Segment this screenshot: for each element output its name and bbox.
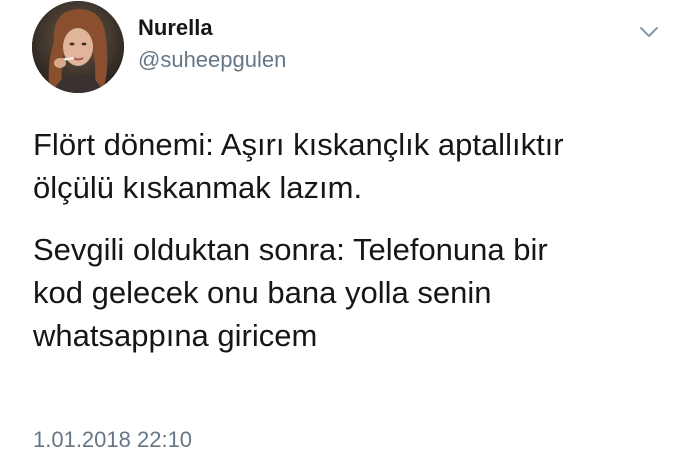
- display-name[interactable]: Nurella: [138, 15, 213, 41]
- avatar-photo: [32, 1, 124, 93]
- tweet-paragraph: Flört dönemi: Aşırı kıskançlık aptallıkt…: [33, 127, 564, 205]
- tweet-card: Nurella @suheepgulen Flört dönemi: Aşırı…: [0, 0, 690, 475]
- tweet-text: Flört dönemi: Aşırı kıskançlık aptallıkt…: [33, 123, 673, 376]
- user-handle[interactable]: @suheepgulen: [138, 47, 286, 73]
- tweet-timestamp[interactable]: 1.01.2018 22:10: [33, 426, 192, 454]
- chevron-down-icon[interactable]: [636, 22, 662, 42]
- avatar[interactable]: [32, 1, 124, 93]
- tweet-paragraph: Sevgili olduktan sonra: Telefonuna bir k…: [33, 232, 548, 353]
